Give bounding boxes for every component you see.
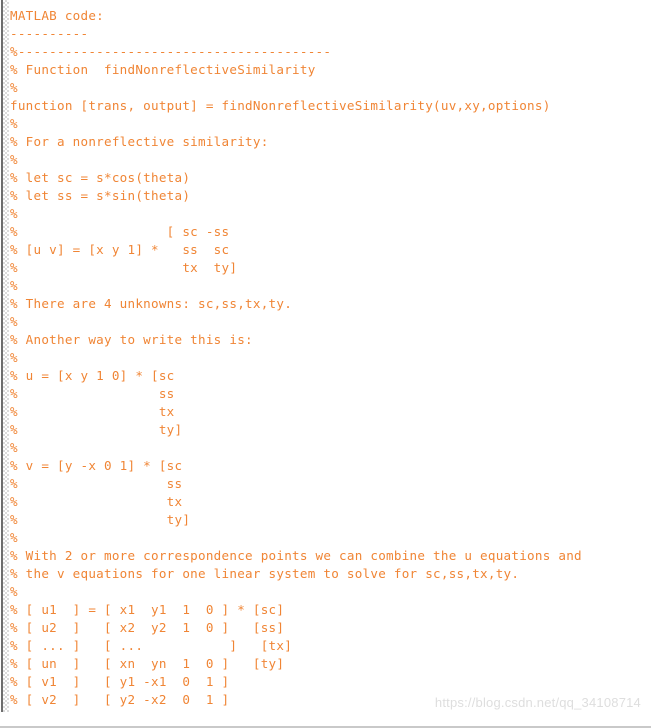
matlab-code-block: MATLAB code: ---------- %---------------… — [0, 0, 651, 728]
code-content[interactable]: MATLAB code: ---------- %---------------… — [10, 7, 582, 712]
code-scroll-area[interactable]: MATLAB code: ---------- %---------------… — [0, 0, 651, 712]
watermark-text: https://blog.csdn.net/qq_34108714 — [434, 695, 641, 710]
